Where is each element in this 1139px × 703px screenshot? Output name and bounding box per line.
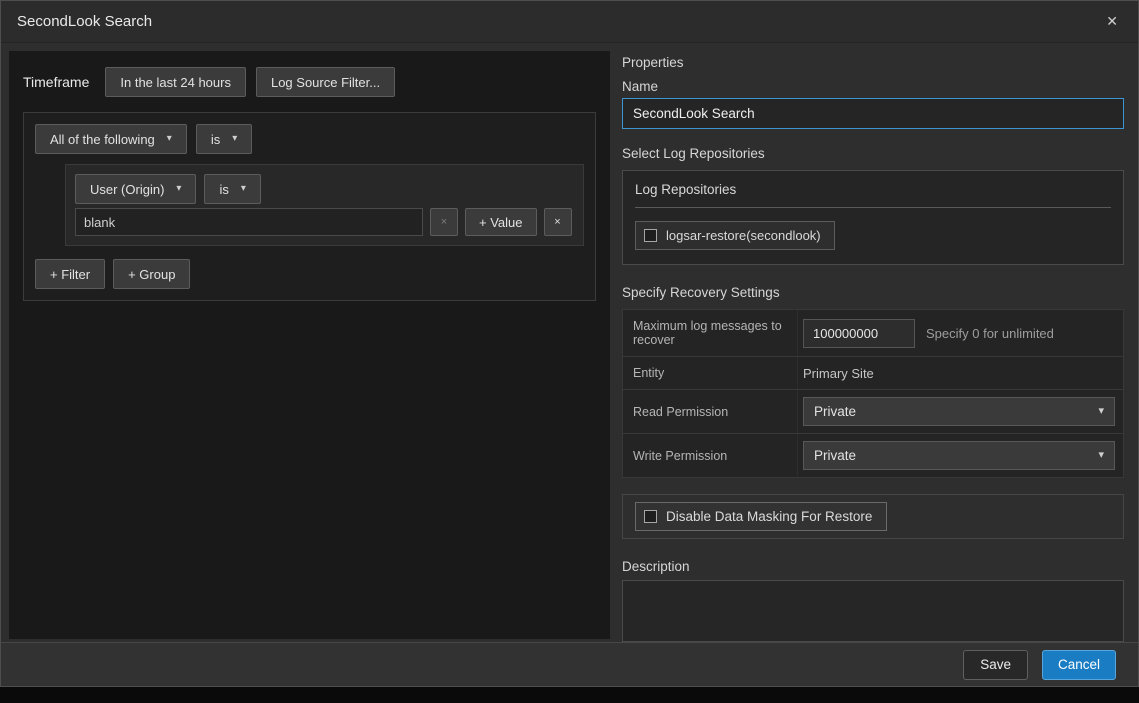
cancel-button[interactable]: Cancel — [1042, 650, 1116, 680]
max-messages-label: Maximum log messages to recover — [623, 310, 798, 356]
filter-panel: Timeframe In the last 24 hours Log Sourc… — [9, 51, 610, 639]
disable-masking-label: Disable Data Masking For Restore — [666, 509, 872, 524]
dialog-title: SecondLook Search — [17, 13, 152, 30]
save-button[interactable]: Save — [963, 650, 1028, 680]
recovery-settings-heading: Specify Recovery Settings — [622, 285, 1124, 300]
recovery-settings-table: Maximum log messages to recover Specify … — [622, 309, 1124, 478]
rule-condition-label: is — [219, 182, 228, 197]
data-masking-box: Disable Data Masking For Restore — [622, 494, 1124, 539]
group-operator-dropdown[interactable]: All of the following ▾ — [35, 124, 187, 154]
add-filter-button[interactable]: + Filter — [35, 259, 105, 289]
rule-field-label: User (Origin) — [90, 182, 164, 197]
description-textarea[interactable] — [622, 580, 1124, 642]
write-permission-select[interactable]: Private ▾ — [803, 441, 1115, 470]
max-messages-input[interactable] — [803, 319, 915, 348]
write-permission-value: Private — [814, 448, 856, 463]
rule-field-dropdown[interactable]: User (Origin) ▾ — [75, 174, 196, 204]
entity-label: Entity — [623, 357, 798, 389]
read-permission-value: Private — [814, 404, 856, 419]
chevron-down-icon: ▾ — [241, 184, 246, 194]
name-input[interactable] — [622, 98, 1124, 129]
secondlook-search-dialog: SecondLook Search ✕ Timeframe In the las… — [0, 0, 1139, 687]
read-permission-label: Read Permission — [623, 390, 798, 433]
repositories-label: Select Log Repositories — [622, 146, 1124, 161]
repository-checkbox-item[interactable]: logsar-restore(secondlook) — [635, 221, 835, 250]
remove-value-icon[interactable]: × — [430, 208, 458, 236]
chevron-down-icon: ▾ — [1098, 450, 1104, 461]
disable-masking-checkbox-item[interactable]: Disable Data Masking For Restore — [635, 502, 887, 531]
dialog-content: Timeframe In the last 24 hours Log Sourc… — [1, 43, 1138, 642]
chevron-down-icon: ▾ — [167, 134, 172, 144]
add-group-button[interactable]: + Group — [113, 259, 190, 289]
add-value-button[interactable]: + Value — [465, 208, 537, 236]
log-repositories-title: Log Repositories — [635, 182, 1111, 208]
group-condition-label: is — [211, 132, 220, 147]
entity-value: Primary Site — [803, 366, 874, 381]
name-label: Name — [622, 79, 1124, 94]
filter-group: All of the following ▾ is ▾ User (Origin… — [23, 112, 596, 301]
table-row-read-permission: Read Permission Private ▾ — [623, 390, 1123, 434]
log-source-filter-button[interactable]: Log Source Filter... — [256, 67, 395, 97]
filter-rule: User (Origin) ▾ is ▾ × + Value × — [65, 164, 584, 246]
chevron-down-icon: ▾ — [232, 134, 237, 144]
chevron-down-icon: ▾ — [176, 184, 181, 194]
table-row-entity: Entity Primary Site — [623, 357, 1123, 390]
group-operator-label: All of the following — [50, 132, 155, 147]
write-permission-label: Write Permission — [623, 434, 798, 477]
table-row-write-permission: Write Permission Private ▾ — [623, 434, 1123, 477]
max-messages-hint: Specify 0 for unlimited — [926, 326, 1054, 341]
footer-bar: Save Cancel — [1, 642, 1138, 686]
timeframe-label: Timeframe — [23, 74, 89, 90]
close-icon[interactable]: ✕ — [1102, 11, 1122, 32]
log-repositories-box: Log Repositories logsar-restore(secondlo… — [622, 170, 1124, 265]
group-condition-dropdown[interactable]: is ▾ — [196, 124, 252, 154]
remove-rule-icon[interactable]: × — [544, 208, 572, 236]
timeframe-button[interactable]: In the last 24 hours — [105, 67, 246, 97]
title-bar: SecondLook Search ✕ — [1, 1, 1138, 43]
checkbox-icon[interactable] — [644, 229, 657, 242]
properties-heading: Properties — [622, 55, 1124, 70]
properties-panel: Properties Name Select Log Repositories … — [622, 51, 1124, 639]
checkbox-icon[interactable] — [644, 510, 657, 523]
table-row-max-messages: Maximum log messages to recover Specify … — [623, 310, 1123, 357]
repository-item-label: logsar-restore(secondlook) — [666, 228, 821, 243]
rule-condition-dropdown[interactable]: is ▾ — [204, 174, 260, 204]
rule-value-input[interactable] — [75, 208, 423, 236]
read-permission-select[interactable]: Private ▾ — [803, 397, 1115, 426]
description-label: Description — [622, 559, 1124, 574]
chevron-down-icon: ▾ — [1098, 406, 1104, 417]
